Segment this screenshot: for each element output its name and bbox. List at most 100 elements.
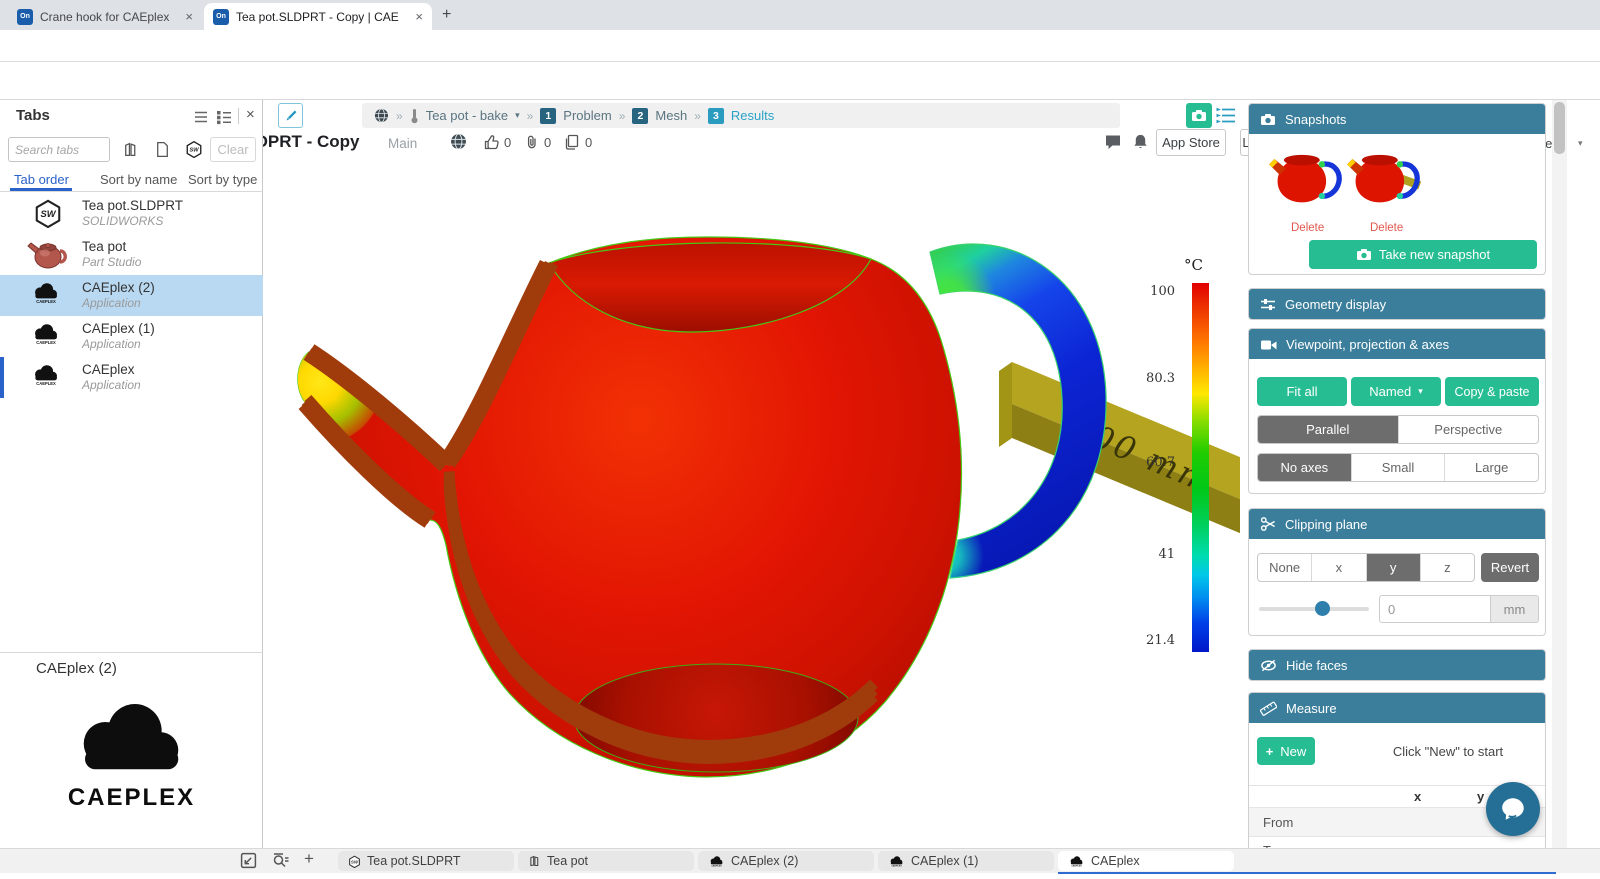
clip-z-option[interactable]: z: [1420, 554, 1474, 581]
scissors-icon: [1260, 516, 1276, 532]
close-tab-icon[interactable]: ×: [415, 9, 423, 24]
breadcrumb-step-problem[interactable]: Problem: [563, 108, 611, 123]
caeplex-icon: [30, 362, 62, 388]
slider-thumb[interactable]: [1315, 601, 1330, 616]
viewpoint-title: Viewpoint, projection & axes: [1286, 337, 1449, 352]
browser-tab-2[interactable]: On Tea pot.SLDPRT - Copy | CAE ×: [204, 3, 432, 30]
delete-snapshot-1[interactable]: Delete: [1291, 222, 1324, 234]
clipping-plane-header[interactable]: Clipping plane: [1249, 509, 1545, 539]
breadcrumb-step-mesh[interactable]: Mesh: [655, 108, 687, 123]
large-axes-option[interactable]: Large: [1444, 454, 1538, 481]
step-3-badge: 3: [708, 108, 724, 124]
scrollbar-thumb[interactable]: [1554, 102, 1565, 154]
video-camera-icon: [1260, 337, 1277, 352]
parallel-option[interactable]: Parallel: [1258, 416, 1398, 443]
fit-all-button[interactable]: Fit all: [1257, 377, 1347, 406]
tab-item-teapot[interactable]: Tea pot Part Studio: [0, 234, 263, 275]
copy-paste-view-button[interactable]: Copy & paste: [1445, 377, 1539, 406]
bottom-tab-teapot[interactable]: Tea pot: [518, 851, 694, 871]
viewpoint-header[interactable]: Viewpoint, projection & axes: [1249, 329, 1545, 359]
tab-item-caeplex[interactable]: CAEplex Application: [0, 357, 263, 398]
perspective-option[interactable]: Perspective: [1398, 416, 1539, 443]
caeplex-icon: [888, 855, 905, 868]
caeplex-icon: [30, 321, 62, 347]
user-menu-caret-icon[interactable]: ▾: [1578, 138, 1583, 149]
browser-tab-1-title: Crane hook for CAEplex | CAE: [40, 10, 172, 24]
app-window: CAEPLEX On Crane hook for CAEplex | CAE …: [0, 0, 1600, 879]
geometry-display-header[interactable]: Geometry display: [1249, 289, 1545, 319]
sort-by-name[interactable]: Sort by name: [100, 172, 177, 187]
detail-view-icon[interactable]: [216, 109, 232, 125]
tab-item-caeplex-2[interactable]: CAEplex (2) Application: [0, 275, 263, 316]
edit-problem-button[interactable]: [278, 103, 303, 128]
svg-text:SW: SW: [351, 859, 359, 864]
geometry-display-title: Geometry display: [1285, 297, 1386, 312]
revert-button[interactable]: Revert: [1481, 553, 1539, 582]
bottom-tab-bar: + SW Tea pot.SLDPRT Tea pot CAEplex (2) …: [0, 848, 1600, 873]
delete-snapshot-2[interactable]: Delete: [1370, 222, 1403, 234]
home-globe-icon[interactable]: [374, 108, 389, 123]
tab-item-teapot-sldprt[interactable]: SW Tea pot.SLDPRT SOLIDWORKS: [0, 193, 263, 234]
filter-solidworks-icon[interactable]: SW: [185, 140, 203, 158]
clip-x-option[interactable]: x: [1311, 554, 1365, 581]
take-new-snapshot-button[interactable]: Take new snapshot: [1309, 240, 1537, 269]
measure-header[interactable]: Measure: [1249, 693, 1545, 723]
clip-y-option[interactable]: y: [1366, 554, 1420, 581]
caret-down-icon[interactable]: ▾: [515, 110, 520, 121]
sort-by-type[interactable]: Sort by type: [188, 172, 257, 187]
bottom-tab-label: CAEplex (1): [911, 854, 978, 868]
clip-none-option[interactable]: None: [1258, 554, 1311, 581]
svg-text:SW: SW: [189, 147, 199, 153]
svg-text:SW: SW: [40, 209, 56, 219]
tab-manager-icon[interactable]: [240, 852, 257, 869]
results-list-icon[interactable]: [1216, 107, 1236, 124]
close-panel-icon[interactable]: ×: [246, 106, 255, 123]
projection-toggle: Parallel Perspective: [1257, 415, 1539, 444]
filter-document-icon[interactable]: [155, 141, 170, 158]
browser-toolbar: ← → ↻ cad.onshape.com/documents/8ed8dbad…: [0, 30, 1600, 62]
search-tabs-icon[interactable]: [272, 852, 290, 869]
step-2-badge: 2: [632, 108, 648, 124]
sort-tab-order[interactable]: Tab order: [14, 172, 69, 187]
browser-tab-1[interactable]: On Crane hook for CAEplex | CAE ×: [8, 3, 202, 30]
named-views-button[interactable]: Named ▾: [1351, 377, 1441, 406]
clip-unit-addon: mm: [1490, 595, 1539, 623]
bottom-tab-caeplex-active[interactable]: CAEplex: [1058, 851, 1234, 871]
screenshot-button[interactable]: [1186, 103, 1212, 128]
breadcrumb-separator: »: [396, 109, 403, 123]
snapshots-header[interactable]: Snapshots: [1249, 104, 1545, 134]
bottom-tab-teapot-sldprt[interactable]: SW Tea pot.SLDPRT: [338, 851, 514, 871]
list-view-icon[interactable]: [193, 109, 209, 125]
close-tab-icon[interactable]: ×: [185, 9, 193, 24]
filter-partstudio-icon[interactable]: [122, 141, 139, 158]
take-new-snapshot-label: Take new snapshot: [1379, 247, 1490, 262]
measure-from-label: From: [1263, 815, 1293, 830]
breadcrumb-model[interactable]: Tea pot - bake: [426, 108, 508, 123]
bottom-tab-caeplex-1[interactable]: CAEplex (1): [878, 851, 1054, 871]
tab-item-subtitle: Application: [82, 296, 141, 310]
new-tab-button[interactable]: +: [442, 6, 451, 24]
preview-title: CAEplex (2): [36, 660, 117, 677]
sidebar-scrollbar[interactable]: [1552, 100, 1567, 848]
small-axes-option[interactable]: Small: [1351, 454, 1445, 481]
measure-hint: Click "New" to start: [1349, 744, 1546, 759]
3d-viewport[interactable]: 100 mm: [263, 133, 1240, 848]
breadcrumb-separator: »: [694, 109, 701, 123]
snapshot-thumbnail-2[interactable]: [1345, 146, 1421, 208]
named-views-label: Named: [1369, 384, 1411, 399]
clip-offset-slider[interactable]: [1259, 607, 1369, 611]
add-tab-icon[interactable]: +: [304, 849, 314, 869]
tab-item-caeplex-1[interactable]: CAEplex (1) Application: [0, 316, 263, 357]
breadcrumb-step-results[interactable]: Results: [731, 108, 774, 123]
new-measure-button[interactable]: + New: [1257, 737, 1315, 765]
search-tabs-input[interactable]: [8, 137, 110, 162]
clip-offset-input[interactable]: [1379, 595, 1491, 623]
divider: [0, 652, 263, 653]
browser-tab-strip: On Crane hook for CAEplex | CAE × On Tea…: [0, 0, 1600, 30]
chat-widget-button[interactable]: [1486, 782, 1540, 836]
clear-filters-button[interactable]: Clear: [210, 137, 256, 162]
snapshot-thumbnail-1[interactable]: [1267, 146, 1343, 208]
no-axes-option[interactable]: No axes: [1258, 454, 1351, 481]
bottom-tab-caeplex-2[interactable]: CAEplex (2): [698, 851, 874, 871]
hide-faces-header[interactable]: Hide faces: [1249, 650, 1545, 680]
